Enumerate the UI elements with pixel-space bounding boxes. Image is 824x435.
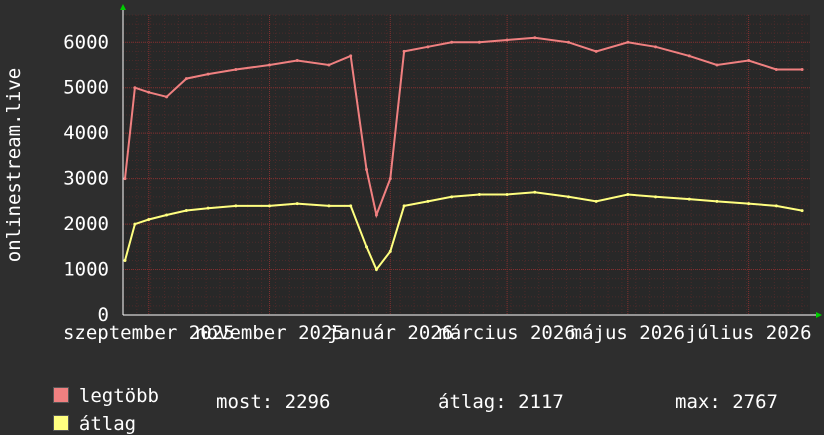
series-point-avg	[715, 199, 719, 203]
legend-avg-label: átlag	[78, 413, 137, 435]
series-point-avg	[388, 249, 392, 253]
series-point-max	[388, 177, 392, 181]
series-point-avg	[402, 204, 406, 208]
series-point-avg	[327, 204, 331, 208]
series-point-max	[477, 40, 481, 44]
series-point-max	[450, 40, 454, 44]
y-axis-label: onlinestream.live	[3, 68, 25, 262]
series-point-max	[687, 54, 691, 58]
series-point-max	[800, 68, 804, 72]
series-point-max	[594, 49, 598, 53]
y-tick-label: 6000	[63, 31, 109, 53]
series-point-avg	[687, 197, 691, 201]
series-point-avg	[505, 193, 509, 197]
x-tick-label: március 2026	[438, 322, 575, 344]
series-point-avg	[184, 208, 188, 212]
legend-max-value: max: 2767	[675, 391, 778, 413]
series-point-avg	[374, 268, 378, 272]
plot-background	[123, 15, 810, 315]
series-point-max	[505, 38, 509, 42]
series-point-avg	[147, 218, 151, 222]
series-point-avg	[295, 202, 299, 206]
series-point-max	[774, 68, 778, 72]
y-tick-label: 2000	[63, 213, 109, 235]
x-tick-label: november 2025	[195, 322, 344, 344]
series-point-avg	[626, 193, 630, 197]
series-point-avg	[268, 204, 272, 208]
series-point-avg	[234, 204, 238, 208]
series-point-avg	[594, 199, 598, 203]
y-tick-label: 5000	[63, 77, 109, 99]
series-point-avg	[450, 195, 454, 199]
series-point-avg	[747, 202, 751, 206]
y-axis-arrow	[120, 4, 126, 10]
series-point-max	[349, 54, 353, 58]
series-point-max	[165, 95, 169, 99]
y-tick-label: 4000	[63, 122, 109, 144]
series-point-max	[295, 58, 299, 62]
series-point-max	[268, 63, 272, 67]
x-tick-label: május 2026	[571, 322, 685, 344]
series-point-max	[365, 168, 369, 172]
series-point-max	[147, 90, 151, 94]
series-point-max	[426, 45, 430, 49]
series-point-avg	[654, 195, 658, 199]
series-point-max	[184, 77, 188, 81]
chart: 0100020003000400050006000szeptember 2025…	[3, 4, 822, 344]
series-point-avg	[123, 258, 127, 262]
x-tick-label: január 2026	[327, 322, 453, 344]
series-point-avg	[165, 213, 169, 217]
series-point-avg	[349, 204, 353, 208]
x-axis-arrow	[816, 312, 822, 318]
series-point-avg	[566, 195, 570, 199]
series-point-avg	[365, 245, 369, 249]
series-point-max	[133, 86, 137, 90]
series-point-avg	[206, 206, 210, 210]
series-point-max	[654, 45, 658, 49]
series-point-max	[626, 40, 630, 44]
y-tick-label: 1000	[63, 259, 109, 281]
series-point-avg	[800, 209, 804, 213]
series-point-max	[566, 40, 570, 44]
legend-avg-value: átlag: 2117	[438, 391, 564, 413]
y-tick-label: 3000	[63, 168, 109, 190]
series-point-avg	[426, 199, 430, 203]
legend-avg-swatch	[52, 415, 69, 431]
series-point-max	[533, 36, 537, 40]
series-point-max	[374, 213, 378, 217]
series-point-max	[206, 72, 210, 76]
series-point-max	[234, 68, 238, 72]
series-point-max	[327, 63, 331, 67]
series-point-avg	[533, 190, 537, 194]
x-tick-label: július 2026	[686, 322, 812, 344]
legend-now: most: 2296	[216, 391, 331, 413]
series-point-avg	[774, 204, 778, 208]
series-point-avg	[477, 193, 481, 197]
series-point-max	[715, 63, 719, 67]
series-point-max	[747, 58, 751, 62]
series-point-avg	[133, 222, 137, 226]
legend-avg: átlag	[30, 391, 136, 435]
series-point-max	[123, 177, 127, 181]
series-point-max	[402, 49, 406, 53]
